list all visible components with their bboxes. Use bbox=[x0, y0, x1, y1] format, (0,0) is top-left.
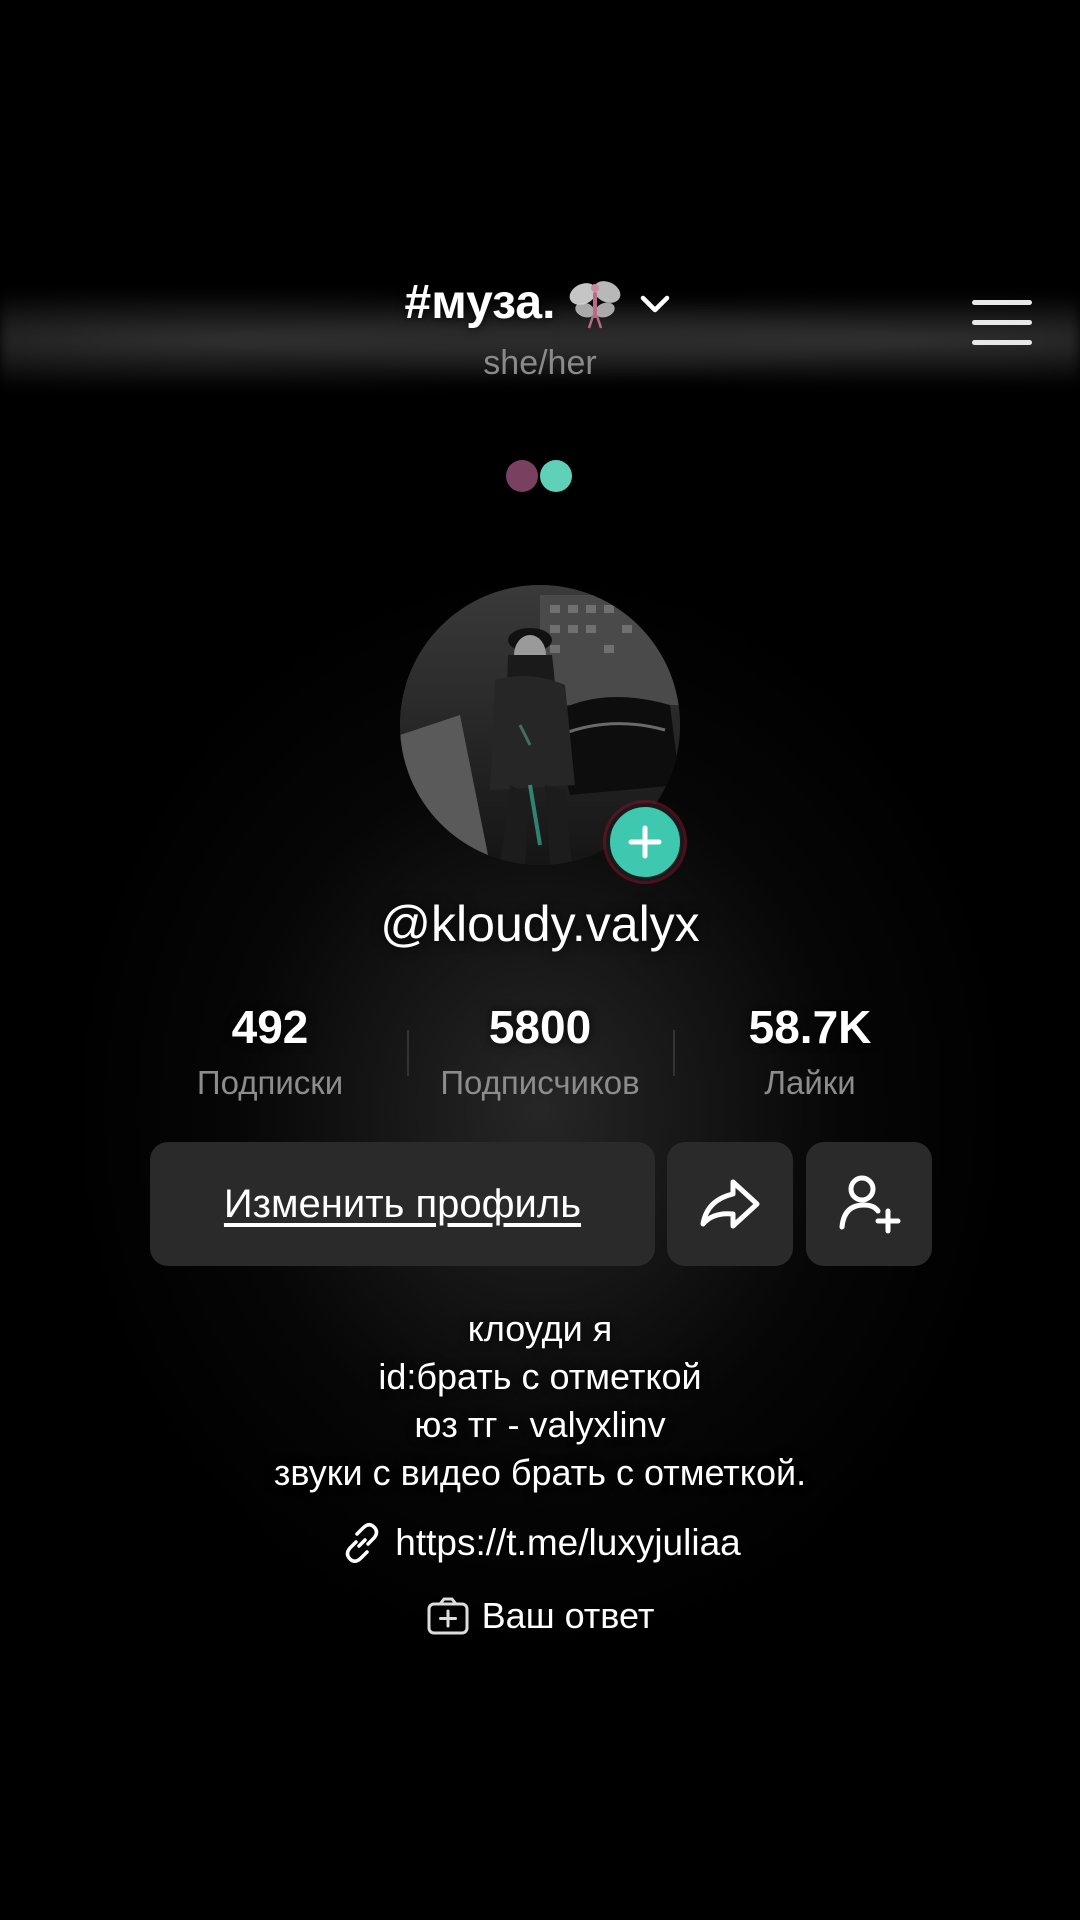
stat-label: Подписки bbox=[196, 1064, 344, 1101]
add-friend-icon bbox=[839, 1175, 901, 1234]
link-text[interactable]: https://t.me/luxyjuliaa bbox=[395, 1522, 740, 1564]
fairy-icon bbox=[570, 280, 621, 328]
share-profile-button[interactable] bbox=[667, 1142, 793, 1266]
bio-line: юз тг - valyxlinv bbox=[414, 1404, 666, 1445]
profile-stats: 492 Подписки 5800 Подписчиков 58.7K Лайк… bbox=[145, 1000, 935, 1110]
pronouns: she/her bbox=[483, 344, 597, 382]
stat-value: 5800 bbox=[488, 1001, 592, 1053]
stat-likes[interactable]: 58.7K Лайки bbox=[685, 1000, 935, 1102]
stat-following[interactable]: 492 Подписки bbox=[145, 1000, 395, 1102]
stat-value: 492 bbox=[231, 1001, 309, 1053]
dot-right bbox=[540, 460, 572, 492]
link-icon bbox=[346, 1523, 379, 1563]
add-friend-button[interactable] bbox=[806, 1142, 932, 1266]
add-story-button[interactable] bbox=[606, 803, 684, 881]
bio-line: клоуди я bbox=[467, 1308, 613, 1349]
avatar-container[interactable] bbox=[400, 585, 684, 881]
menu-icon[interactable] bbox=[972, 300, 1032, 350]
stat-followers[interactable]: 5800 Подписчиков bbox=[415, 1000, 665, 1102]
stat-value: 58.7K bbox=[748, 1001, 872, 1053]
answer-box-icon bbox=[427, 1597, 469, 1635]
answer-label: Ваш ответ bbox=[481, 1595, 655, 1636]
stat-label: Лайки bbox=[764, 1064, 856, 1101]
edit-profile-button[interactable]: Изменить профиль bbox=[150, 1142, 655, 1266]
chevron-down-icon bbox=[641, 295, 670, 312]
stat-label: Подписчиков bbox=[440, 1064, 640, 1101]
bio-line: звуки с видео брать с отметкой. bbox=[273, 1452, 807, 1493]
page-title: #муза. bbox=[404, 276, 556, 329]
account-switcher[interactable]: #муза. bbox=[405, 275, 676, 330]
answer-prompt[interactable]: Ваш ответ bbox=[0, 1595, 1080, 1637]
profile-link[interactable]: https://t.me/luxyjuliaa bbox=[0, 1520, 1080, 1566]
dot-left bbox=[506, 460, 538, 492]
plus-icon bbox=[628, 825, 662, 859]
profile-bio: клоуди я id:брать с отметкой юз тг - val… bbox=[0, 1305, 1080, 1497]
share-icon bbox=[700, 1179, 760, 1229]
divider bbox=[673, 1030, 675, 1076]
profile-handle: @kloudy.valyx bbox=[380, 896, 700, 952]
bio-line: id:брать с отметкой bbox=[378, 1356, 702, 1397]
profile-header: #муза. she/her bbox=[0, 275, 1080, 383]
divider bbox=[407, 1030, 409, 1076]
story-dots bbox=[506, 460, 576, 494]
